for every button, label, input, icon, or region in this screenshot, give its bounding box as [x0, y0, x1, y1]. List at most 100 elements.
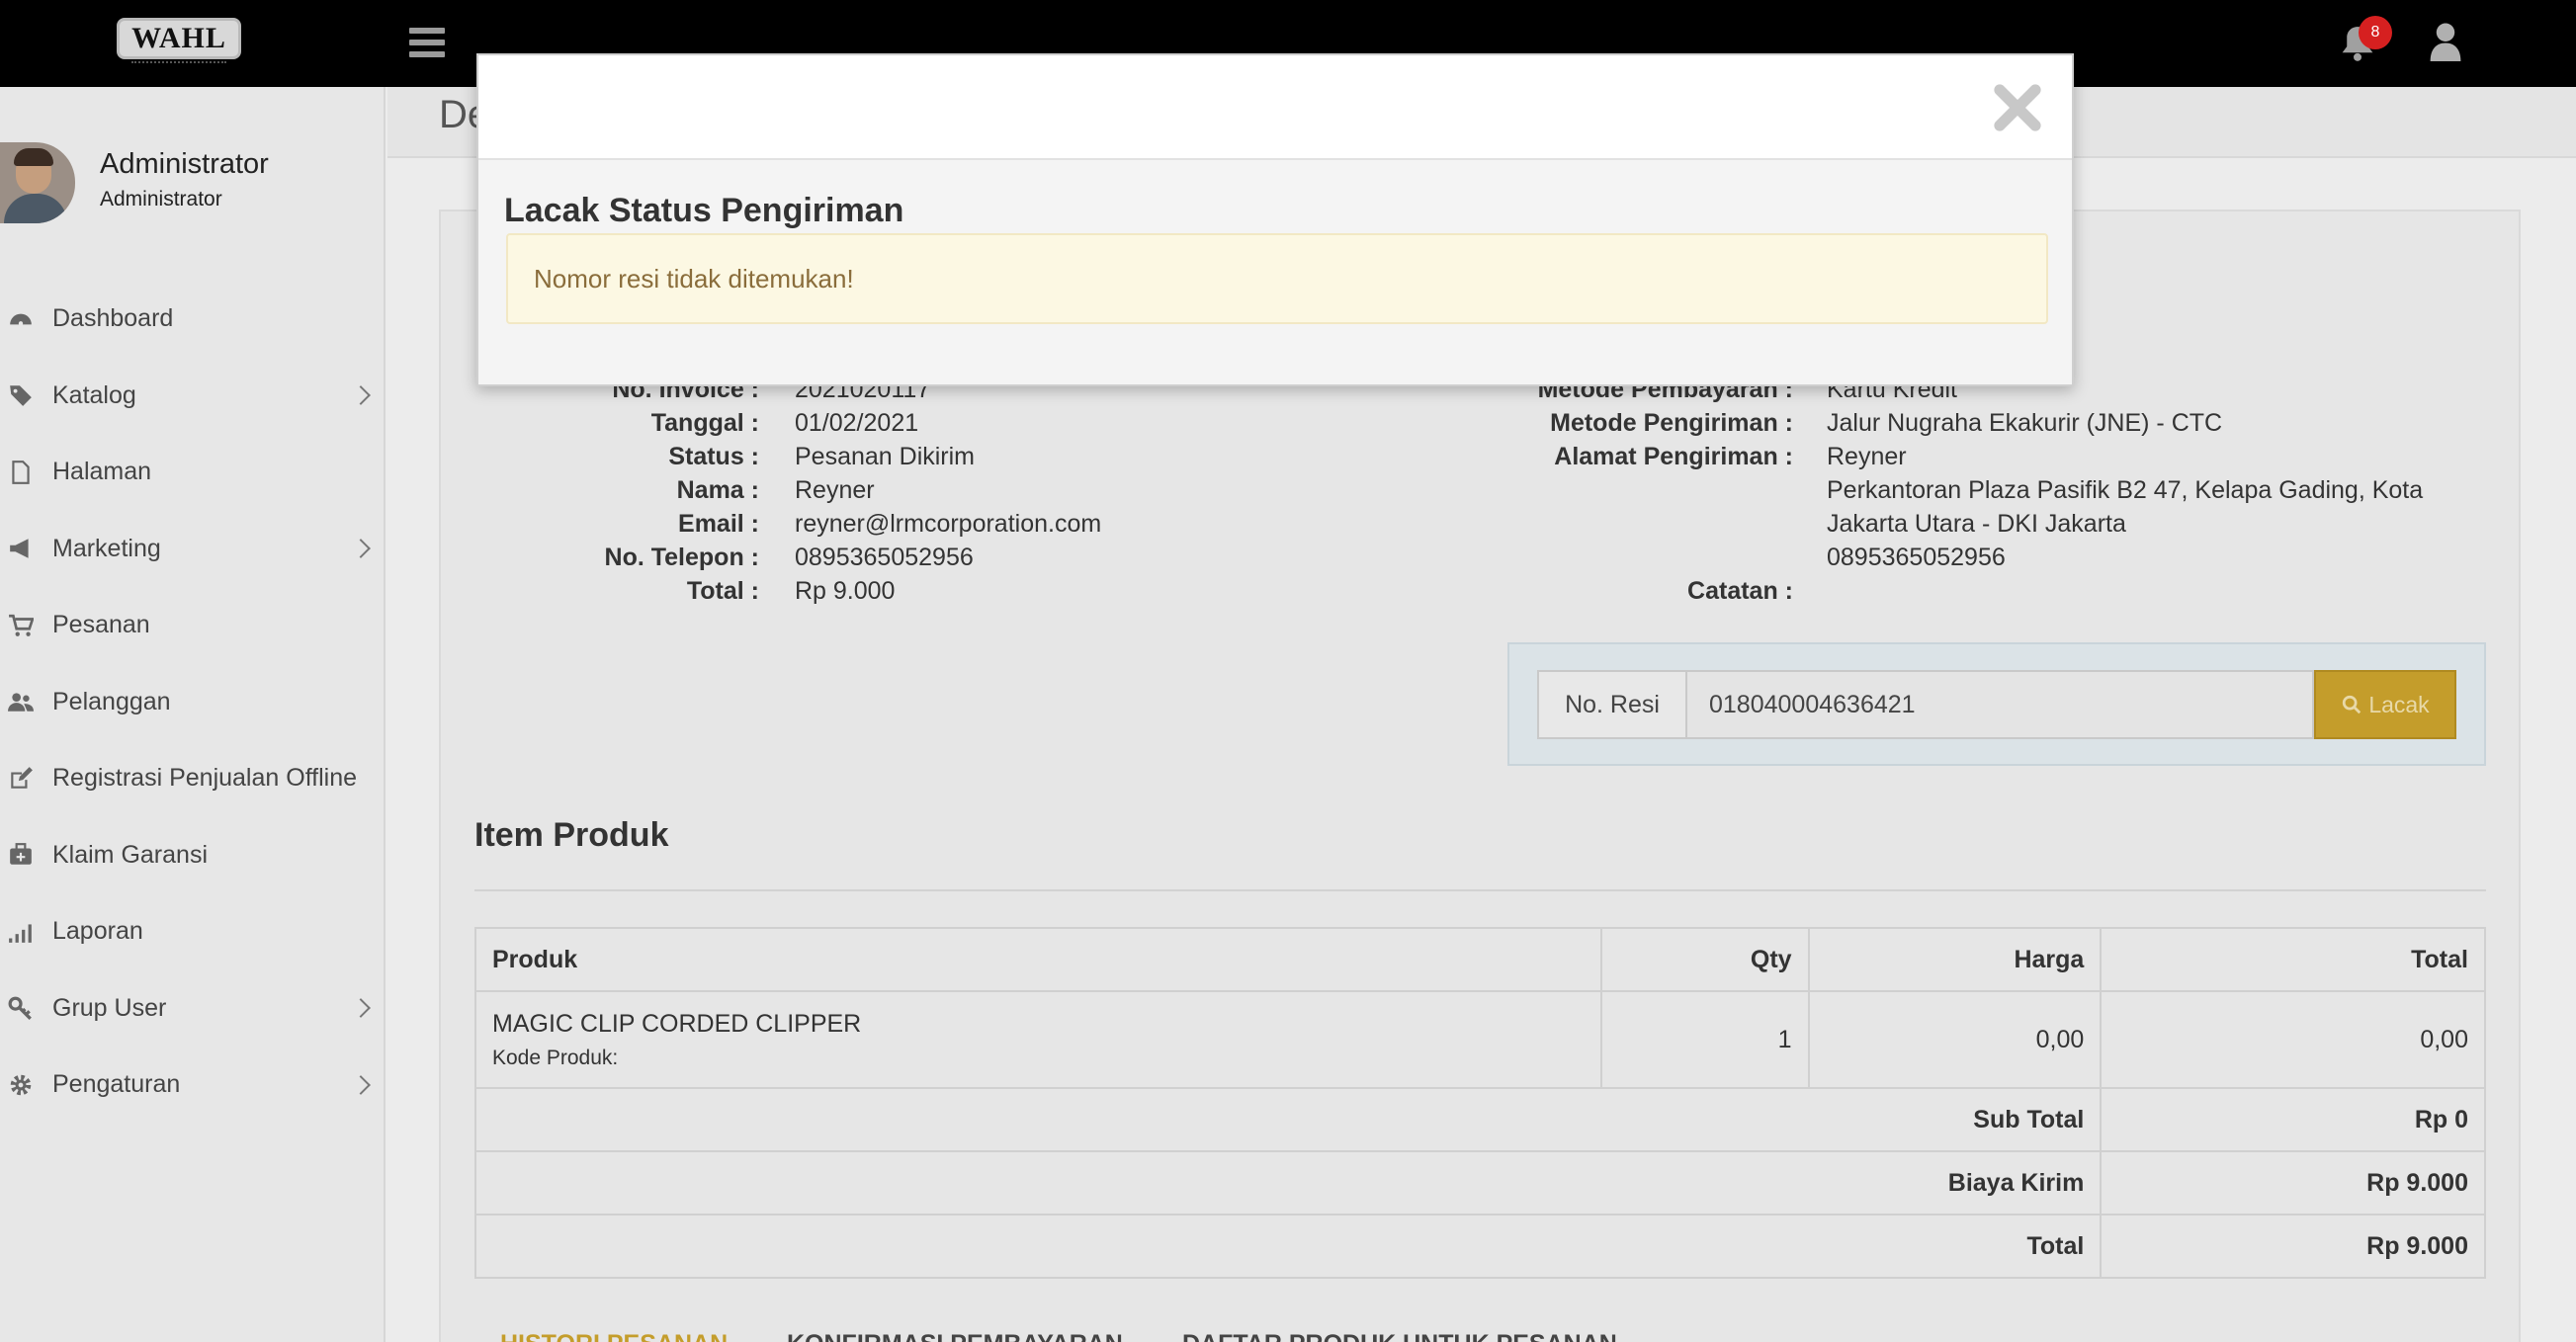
- status-value: Pesanan Dikirim: [795, 443, 976, 470]
- items-table: Produk Qty Harga Total MAGIC CLIP CORDED…: [473, 927, 2486, 1279]
- sidebar-item-grup-user[interactable]: Grup User: [0, 970, 386, 1048]
- chevron-right-icon: [351, 385, 371, 406]
- email-label: Email :: [678, 510, 759, 538]
- chevron-right-icon: [351, 998, 371, 1019]
- alert-warning: Nomor resi tidak ditemukan!: [506, 233, 2048, 324]
- item-produk-title: Item Produk: [474, 816, 669, 854]
- sidebar-item-pesanan[interactable]: Pesanan: [0, 587, 386, 664]
- price-cell: 0,00: [1807, 990, 2103, 1089]
- sidebar-item-pengaturan[interactable]: Pengaturan: [0, 1047, 386, 1124]
- address-line-1: Perkantoran Plaza Pasifik B2 47, Kelapa …: [1827, 476, 2424, 504]
- lacak-button-label: Lacak: [2368, 691, 2430, 717]
- grand-total-label: Total: [473, 1214, 2103, 1279]
- modal-header: [478, 55, 2072, 160]
- shipping-cost-value: Rp 9.000: [2100, 1150, 2486, 1216]
- address-line-2: Jakarta Utara - DKI Jakarta: [1827, 510, 2126, 538]
- tab-histori-pesanan[interactable]: HISTORI PESANAN: [500, 1330, 728, 1342]
- sidebar-item-label: Registrasi Penjualan Offline: [52, 764, 358, 793]
- total-value: Rp 9.000: [795, 577, 896, 605]
- tracking-modal: Lacak Status Pengiriman Nomor resi tidak…: [476, 53, 2074, 386]
- sidebar: Administrator Administrator Dashboard Ka…: [0, 87, 386, 1342]
- sidebar-item-katalog[interactable]: Katalog: [0, 358, 386, 435]
- name-label: Nama :: [676, 476, 759, 504]
- tab-daftar-produk[interactable]: DAFTAR PRODUK UNTUK PESANAN: [1182, 1330, 1617, 1342]
- table-header-row: Produk Qty Harga Total: [474, 927, 2486, 992]
- note-label: Catatan :: [1687, 577, 1793, 605]
- gear-icon: [10, 1074, 32, 1096]
- name-value: Reyner: [795, 476, 875, 504]
- chevron-right-icon: [351, 1074, 371, 1095]
- close-icon[interactable]: [1991, 81, 2044, 134]
- col-header-product: Produk: [474, 927, 1602, 992]
- email-value: reyner@lrmcorporation.com: [795, 510, 1102, 538]
- resi-input[interactable]: [1685, 670, 2314, 739]
- subtotal-value: Rp 0: [2100, 1087, 2486, 1152]
- brand-logo[interactable]: WAHL: [117, 18, 245, 67]
- edit-icon: [11, 766, 33, 789]
- logo-text: WAHL: [131, 22, 226, 54]
- lacak-button[interactable]: Lacak: [2314, 670, 2456, 739]
- sidebar-item-klaim-garansi[interactable]: Klaim Garansi: [0, 817, 386, 894]
- table-row: MAGIC CLIP CORDED CLIPPER Kode Produk: 1…: [474, 990, 2486, 1089]
- search-icon: [2343, 695, 2361, 714]
- date-label: Tanggal :: [650, 409, 759, 437]
- divider: [474, 889, 2486, 891]
- cart-icon: [9, 614, 34, 636]
- sidebar-item-marketing[interactable]: Marketing: [0, 511, 386, 588]
- sidebar-item-label: Pesanan: [52, 611, 150, 639]
- product-cell: MAGIC CLIP CORDED CLIPPER Kode Produk:: [474, 990, 1602, 1089]
- col-header-price: Harga: [1807, 927, 2103, 992]
- total-cell: 0,00: [2100, 990, 2486, 1089]
- sidebar-item-label: Klaim Garansi: [52, 840, 208, 869]
- total-label: Total :: [686, 577, 759, 605]
- resi-label: No. Resi: [1537, 670, 1687, 739]
- shipping-cost-label: Biaya Kirim: [473, 1150, 2103, 1216]
- sidebar-item-pelanggan[interactable]: Pelanggan: [0, 664, 386, 741]
- profile-role: Administrator: [100, 188, 222, 210]
- sidebar-item-label: Pengaturan: [52, 1070, 181, 1099]
- subtotal-row: Sub Total Rp 0: [473, 1087, 2486, 1152]
- alert-message: Nomor resi tidak ditemukan!: [534, 263, 854, 294]
- modal-title: Lacak Status Pengiriman: [504, 192, 904, 229]
- address-phone: 0895365052956: [1827, 544, 2006, 571]
- product-code-label: Kode Produk:: [492, 1046, 619, 1069]
- sidebar-item-label: Dashboard: [52, 304, 174, 333]
- menu-toggle-icon[interactable]: [409, 28, 445, 57]
- date-value: 01/02/2021: [795, 409, 919, 437]
- sidebar-item-registrasi-penjualan-offline[interactable]: Registrasi Penjualan Offline: [0, 740, 386, 817]
- col-header-qty: Qty: [1599, 927, 1810, 992]
- sidebar-item-label: Grup User: [52, 993, 167, 1022]
- file-icon: [12, 460, 30, 484]
- profile-name: Administrator: [100, 148, 269, 180]
- sidebar-item-dashboard[interactable]: Dashboard: [0, 281, 386, 358]
- avatar: [0, 142, 75, 223]
- subtotal-label: Sub Total: [473, 1087, 2103, 1152]
- qty-cell: 1: [1599, 990, 1810, 1089]
- col-header-total: Total: [2100, 927, 2486, 992]
- grand-total-row: Total Rp 9.000: [473, 1214, 2486, 1279]
- shipping-method-value: Jalur Nugraha Ekakurir (JNE) - CTC: [1827, 409, 2223, 437]
- shipping-cost-row: Biaya Kirim Rp 9.000: [473, 1150, 2486, 1216]
- sidebar-menu: Dashboard Katalog Halaman Marketing Pesa…: [0, 281, 386, 1124]
- sidebar-item-label: Laporan: [52, 917, 143, 946]
- grand-total-value: Rp 9.000: [2100, 1214, 2486, 1279]
- shipping-address-label: Alamat Pengiriman :: [1554, 443, 1793, 470]
- signal-bars-icon: [9, 924, 32, 943]
- dashboard-icon: [10, 313, 32, 326]
- tags-icon: [10, 385, 32, 407]
- sidebar-item-label: Marketing: [52, 534, 161, 562]
- sidebar-item-laporan[interactable]: Laporan: [0, 893, 386, 970]
- notification-badge[interactable]: 8: [2359, 16, 2392, 49]
- address-name: Reyner: [1827, 443, 1907, 470]
- bullhorn-icon: [10, 539, 29, 558]
- tab-konfirmasi-pembayaran[interactable]: KONFIRMASI PEMBAYARAN: [787, 1330, 1123, 1342]
- sidebar-item-label: Halaman: [52, 458, 152, 486]
- status-label: Status :: [668, 443, 759, 470]
- sidebar-item-halaman[interactable]: Halaman: [0, 434, 386, 511]
- shipping-method-label: Metode Pengiriman :: [1550, 409, 1793, 437]
- phone-value: 0895365052956: [795, 544, 974, 571]
- user-icon[interactable]: [2430, 22, 2461, 61]
- sidebar-item-label: Pelanggan: [52, 687, 171, 715]
- phone-label: No. Telepon :: [604, 544, 759, 571]
- users-icon: [8, 693, 34, 712]
